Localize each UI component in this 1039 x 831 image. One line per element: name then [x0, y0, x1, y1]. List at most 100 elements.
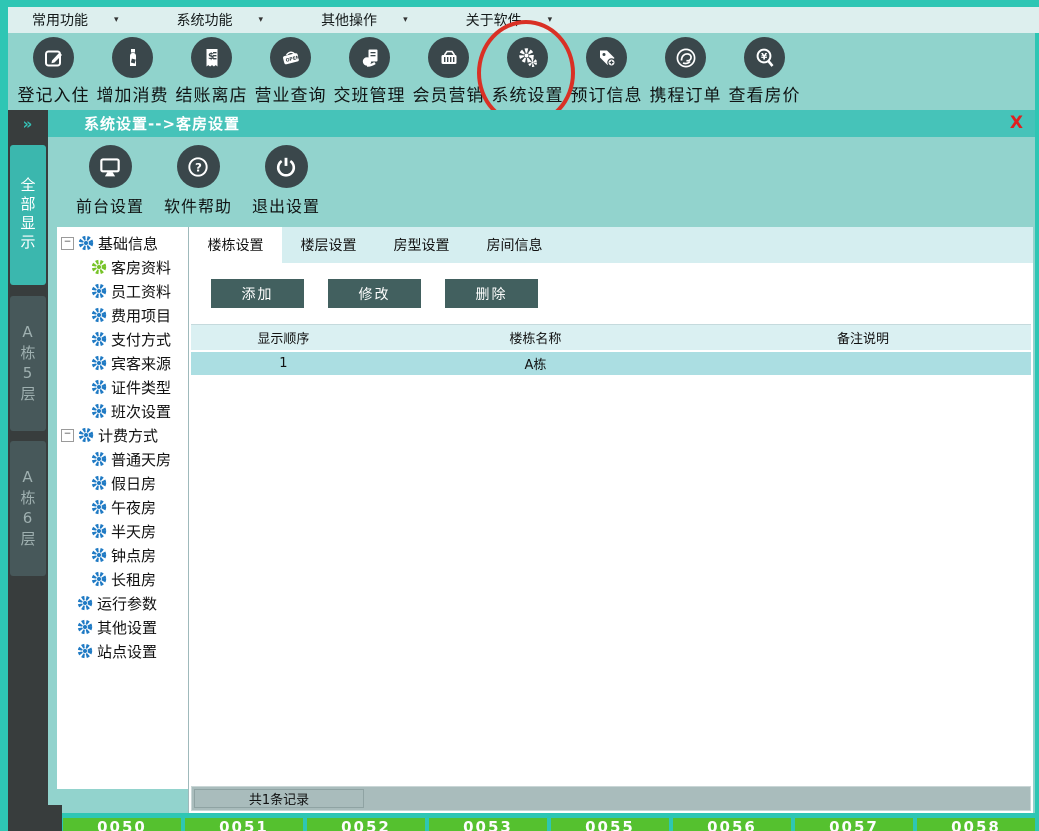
room-tile[interactable]: 0053	[429, 818, 547, 831]
room-tile[interactable]: 0058	[917, 818, 1035, 831]
add-button[interactable]: 添加	[211, 279, 304, 308]
gear-icon	[91, 379, 107, 395]
tree-expander-icon[interactable]: −	[61, 429, 74, 442]
tree-node-long-term-room[interactable]: 长租房	[59, 567, 188, 591]
toolbar-checkout-button[interactable]: $ 结账离店	[172, 37, 251, 106]
tree-label: 支付方式	[111, 329, 171, 350]
tab-room-type-settings[interactable]: 房型设置	[375, 227, 468, 263]
tree-node-runtime-params[interactable]: 运行参数	[59, 591, 188, 615]
toolbar-ctrip-orders-button[interactable]: 携程订单	[646, 37, 725, 106]
menu-item-system-functions[interactable]: 系统功能 ▾	[153, 7, 298, 33]
close-icon[interactable]: X	[1010, 113, 1023, 133]
svg-text:¥: ¥	[761, 52, 768, 62]
gear-icon	[91, 283, 107, 299]
chevron-down-icon: ▾	[259, 15, 264, 25]
content-panel: 楼栋设置 楼层设置 房型设置 房间信息 添加 修改 删除 显示顺序 楼栋名称 备…	[188, 227, 1033, 813]
app-window: 常用功能 ▾ 系统功能 ▾ 其他操作 ▾ 关于软件 ▾ 登记入住 增加消费	[0, 0, 1039, 831]
gear-icon	[91, 547, 107, 563]
membership-card-icon	[428, 37, 469, 78]
svg-text:$: $	[208, 52, 214, 62]
tree-node-payment-methods[interactable]: 支付方式	[59, 327, 188, 351]
tree-node-basic-info[interactable]: − 基础信息	[59, 231, 188, 255]
cell-building-name: A栋	[376, 354, 695, 373]
side-tab-show-all[interactable]: 全部显示	[10, 145, 46, 285]
toolbar-membership-marketing-button[interactable]: 会员营销	[409, 37, 488, 106]
tree-label: 其他设置	[97, 617, 157, 638]
business-open-sign-icon: OPEN	[270, 37, 311, 78]
toolbar-system-settings-button[interactable]: 系统设置	[488, 37, 567, 106]
tree-label: 半天房	[111, 521, 156, 542]
tree-node-id-types[interactable]: 证件类型	[59, 375, 188, 399]
exit-settings-button[interactable]: 退出设置	[242, 145, 330, 217]
toolbar-view-room-price-button[interactable]: ¥ 查看房价	[725, 37, 804, 106]
chevron-down-icon: ▾	[548, 15, 553, 25]
room-tile[interactable]: 0056	[673, 818, 791, 831]
frontdesk-settings-button[interactable]: 前台设置	[66, 145, 154, 217]
modify-button[interactable]: 修改	[328, 279, 421, 308]
side-tab-building-a-floor5[interactable]: A栋5层	[10, 296, 46, 431]
tree-node-hourly-room[interactable]: 钟点房	[59, 543, 188, 567]
settings-panel: 前台设置 ? 软件帮助 退出设置 − 基础信息	[48, 137, 1035, 813]
chevron-down-icon: ▾	[114, 15, 119, 25]
toolbar-add-consumption-button[interactable]: 增加消费	[93, 37, 172, 106]
tree-node-other-settings[interactable]: 其他设置	[59, 615, 188, 639]
menu-item-other-operations[interactable]: 其他操作 ▾	[297, 7, 442, 33]
tree-node-billing-methods[interactable]: − 计费方式	[59, 423, 188, 447]
tab-floor-settings[interactable]: 楼层设置	[282, 227, 375, 263]
gear-icon	[91, 451, 107, 467]
tree-node-fee-items[interactable]: 费用项目	[59, 303, 188, 327]
tree-label: 午夜房	[111, 497, 156, 518]
tree-label: 运行参数	[97, 593, 157, 614]
status-bar: 共1条记录	[191, 786, 1031, 811]
tree-node-holiday-room[interactable]: 假日房	[59, 471, 188, 495]
tab-building-settings[interactable]: 楼栋设置	[189, 227, 282, 263]
side-tab-building-a-floor6[interactable]: A栋6层	[10, 441, 46, 576]
tree-node-normal-day-room[interactable]: 普通天房	[59, 447, 188, 471]
menu-item-common-functions[interactable]: 常用功能 ▾	[8, 7, 153, 33]
room-tile[interactable]: 0050	[63, 818, 181, 831]
tree-node-shift-settings[interactable]: 班次设置	[59, 399, 188, 423]
toolbar-shift-management-button[interactable]: 交班管理	[330, 37, 409, 106]
tree-node-site-settings[interactable]: 站点设置	[59, 639, 188, 663]
toolbar-business-query-button[interactable]: OPEN 营业查询	[251, 37, 330, 106]
column-header-remarks: 备注说明	[695, 328, 1031, 347]
tree-label: 长租房	[111, 569, 156, 590]
tree-node-room-data[interactable]: 客房资料	[59, 255, 188, 279]
checkout-receipt-icon: $	[191, 37, 232, 78]
table-row[interactable]: 1 A栋	[191, 352, 1031, 377]
room-tile[interactable]: 0055	[551, 818, 669, 831]
toolbar-label: 会员营销	[413, 81, 485, 106]
software-help-button[interactable]: ? 软件帮助	[154, 145, 242, 217]
toolbar-checkin-button[interactable]: 登记入住	[14, 37, 93, 106]
tree-node-half-day-room[interactable]: 半天房	[59, 519, 188, 543]
gear-icon	[91, 331, 107, 347]
booking-tag-icon	[586, 37, 627, 78]
tree-expander-icon[interactable]: −	[61, 237, 74, 250]
main-toolbar: 登记入住 增加消费 $ 结账离店 OPEN 营业查询 交班管理	[8, 33, 1035, 110]
tree-node-midnight-room[interactable]: 午夜房	[59, 495, 188, 519]
room-tile[interactable]: 0057	[795, 818, 913, 831]
column-header-building-name: 楼栋名称	[376, 328, 695, 347]
system-settings-gears-icon	[507, 37, 548, 78]
consume-bottle-icon	[112, 37, 153, 78]
delete-button[interactable]: 删除	[445, 279, 538, 308]
gear-icon	[91, 499, 107, 515]
sidebar-collapse-icon[interactable]: »	[8, 110, 48, 133]
toolbar-booking-info-button[interactable]: 预订信息	[567, 37, 646, 106]
room-tile[interactable]: 0051	[185, 818, 303, 831]
page-title: 系统设置-->客房设置	[84, 113, 240, 134]
gear-icon	[91, 403, 107, 419]
gear-icon	[91, 475, 107, 491]
tree-node-guest-sources[interactable]: 宾客来源	[59, 351, 188, 375]
tree-label: 钟点房	[111, 545, 156, 566]
tab-room-info[interactable]: 房间信息	[468, 227, 561, 263]
toolbar-label: 增加消费	[97, 81, 169, 106]
action-button-row: 添加 修改 删除	[189, 263, 1033, 320]
tree-node-staff-data[interactable]: 员工资料	[59, 279, 188, 303]
toolbar-label: 系统设置	[492, 81, 564, 106]
settings-toolbar-label: 软件帮助	[164, 193, 232, 217]
tree-label: 员工资料	[111, 281, 171, 302]
menu-item-about-software[interactable]: 关于软件 ▾	[442, 7, 587, 33]
room-tile[interactable]: 0052	[307, 818, 425, 831]
chevron-down-icon: ▾	[403, 15, 408, 25]
